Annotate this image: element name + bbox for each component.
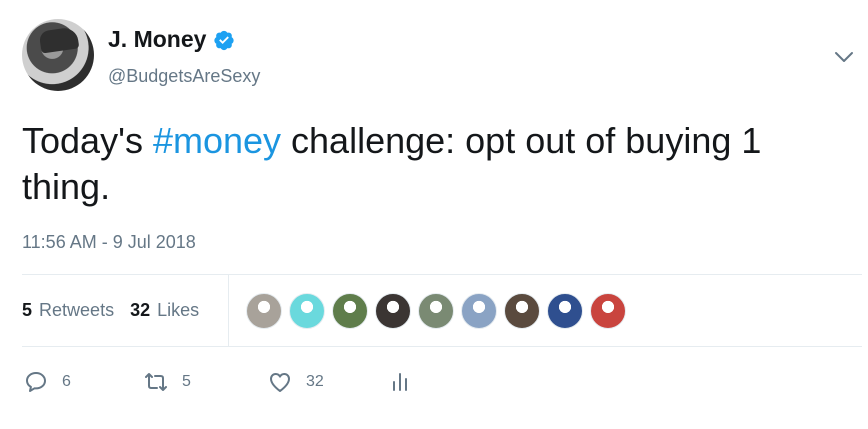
liker-avatar[interactable]: [461, 293, 497, 329]
retweet-icon: [145, 373, 167, 391]
retweet-button[interactable]: 5: [144, 370, 191, 394]
retweet-count: 5: [182, 373, 191, 390]
liker-avatar[interactable]: [504, 293, 540, 329]
likes-count: 32: [130, 300, 151, 320]
tweet-timestamp[interactable]: 11:56 AM - 9 Jul 2018: [22, 232, 196, 253]
retweets-label: Retweets: [39, 300, 115, 320]
liker-avatar[interactable]: [547, 293, 583, 329]
author-handle[interactable]: @BudgetsAreSexy: [108, 66, 260, 87]
divider: [22, 346, 862, 347]
tweet-text-before: Today's: [22, 120, 153, 161]
verified-badge-icon: [214, 30, 235, 50]
liker-avatar[interactable]: [289, 293, 325, 329]
like-button[interactable]: 32: [268, 370, 324, 394]
tweet-header: J. Money @BudgetsAreSexy: [22, 18, 864, 98]
liker-avatars: [246, 293, 633, 329]
liker-avatar[interactable]: [375, 293, 411, 329]
author-display-name[interactable]: J. Money: [108, 26, 206, 53]
like-count: 32: [306, 373, 324, 390]
author-avatar[interactable]: [22, 19, 94, 91]
reply-count: 6: [62, 373, 71, 390]
retweets-count: 5: [22, 300, 33, 320]
liker-avatar[interactable]: [590, 293, 626, 329]
stats-separator: [228, 275, 229, 346]
analytics-button[interactable]: [388, 370, 412, 394]
hashtag-link[interactable]: #money: [153, 120, 281, 161]
analytics-icon: [393, 373, 407, 391]
likes-stat[interactable]: 32 Likes: [130, 300, 199, 321]
liker-avatar[interactable]: [332, 293, 368, 329]
liker-avatar[interactable]: [246, 293, 282, 329]
liker-avatar[interactable]: [418, 293, 454, 329]
chevron-down-icon[interactable]: [834, 50, 854, 64]
reply-icon: [26, 372, 46, 392]
tweet-text: Today's #money challenge: opt out of buy…: [22, 118, 852, 210]
reply-button[interactable]: 6: [24, 370, 71, 394]
likes-label: Likes: [157, 300, 200, 320]
author-name-row: J. Money: [108, 26, 235, 53]
heart-icon: [270, 373, 290, 392]
tweet-stats: 5 Retweets 32 Likes: [22, 275, 862, 346]
retweets-stat[interactable]: 5 Retweets: [22, 300, 114, 321]
